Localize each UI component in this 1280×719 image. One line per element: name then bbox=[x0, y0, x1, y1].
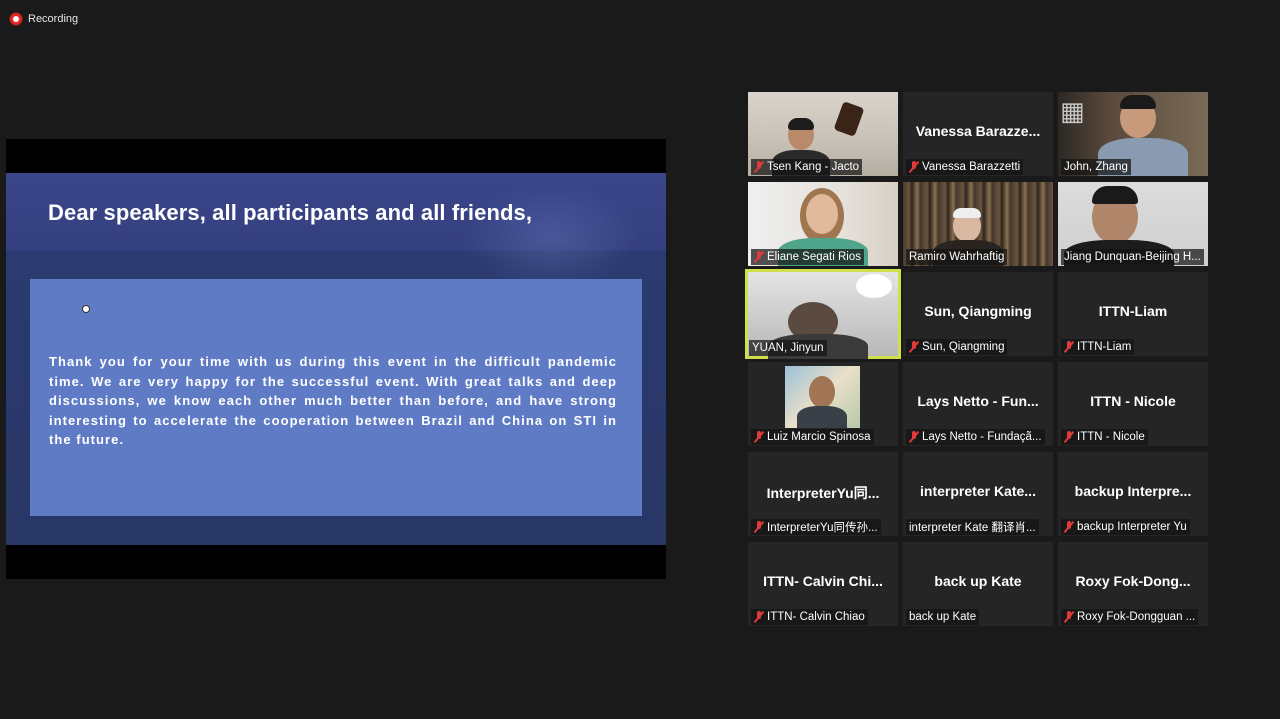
participant-name-label: backup Interpreter Yu bbox=[1061, 519, 1190, 535]
participant-tile[interactable]: Eliane Segati Rios bbox=[748, 182, 898, 266]
slide-text-box: Thank you for your time with us during t… bbox=[30, 279, 642, 516]
participant-tile[interactable]: Sun, Qiangming Sun, Qiangming bbox=[903, 272, 1053, 356]
mic-muted-icon bbox=[909, 161, 919, 173]
participant-name-label: YUAN, Jinyun bbox=[749, 340, 827, 356]
participant-name-label: interpreter Kate 翻译肖... bbox=[906, 519, 1039, 535]
participant-name-label: Jiang Dunquan-Beijing H... bbox=[1061, 249, 1204, 265]
participant-name-label: ITTN-Liam bbox=[1061, 339, 1135, 355]
participant-tile[interactable]: ITTN-Liam ITTN-Liam bbox=[1058, 272, 1208, 356]
mic-muted-icon bbox=[1064, 431, 1074, 443]
participant-display-name: ITTN- Calvin Chi... bbox=[763, 573, 883, 589]
participant-name-label: Vanessa Barazzetti bbox=[906, 159, 1024, 175]
participant-display-name: interpreter Kate... bbox=[920, 483, 1036, 499]
shared-screen: Dear speakers, all participants and all … bbox=[6, 139, 666, 579]
participant-tile[interactable]: Luiz Marcio Spinosa bbox=[748, 362, 898, 446]
participant-display-name: Roxy Fok-Dong... bbox=[1075, 573, 1191, 589]
participant-name-label: back up Kate bbox=[906, 609, 980, 625]
participant-tile[interactable]: Roxy Fok-Dong... Roxy Fok-Dongguan ... bbox=[1058, 542, 1208, 626]
participant-tile[interactable]: Vanessa Barazze... Vanessa Barazzetti bbox=[903, 92, 1053, 176]
presentation-slide: Dear speakers, all participants and all … bbox=[6, 173, 666, 545]
record-icon bbox=[10, 13, 22, 25]
participant-display-name: ITTN-Liam bbox=[1098, 303, 1168, 319]
pointer-cursor-icon bbox=[83, 306, 89, 312]
mic-muted-icon bbox=[754, 251, 764, 263]
participant-display-name: backup Interpre... bbox=[1074, 483, 1192, 499]
participant-tile[interactable]: ITTN - Nicole ITTN - Nicole bbox=[1058, 362, 1208, 446]
mic-muted-icon bbox=[754, 431, 764, 443]
mic-muted-icon bbox=[754, 161, 764, 173]
participant-name-label: Roxy Fok-Dongguan ... bbox=[1061, 609, 1199, 625]
participant-tile[interactable]: backup Interpre... backup Interpreter Yu bbox=[1058, 452, 1208, 536]
participant-tile[interactable]: ▦ John, Zhang bbox=[1058, 92, 1208, 176]
participant-tile[interactable]: Ramiro Wahrhaftig bbox=[903, 182, 1053, 266]
participant-name-label: Luiz Marcio Spinosa bbox=[751, 429, 874, 445]
mic-muted-icon bbox=[754, 521, 764, 533]
participant-name-label: InterpreterYu同传孙... bbox=[751, 519, 881, 535]
participant-display-name: back up Kate bbox=[934, 573, 1022, 589]
participant-display-name: Lays Netto - Fun... bbox=[917, 393, 1039, 409]
slide-title: Dear speakers, all participants and all … bbox=[48, 200, 533, 225]
participant-tile[interactable]: Tsen Kang - Jacto bbox=[748, 92, 898, 176]
recording-indicator[interactable]: Recording bbox=[10, 10, 78, 28]
participant-tile[interactable]: interpreter Kate... interpreter Kate 翻译肖… bbox=[903, 452, 1053, 536]
participant-display-name: InterpreterYu同... bbox=[766, 485, 880, 501]
participant-name-label: Ramiro Wahrhaftig bbox=[906, 249, 1008, 265]
participant-name-label: Sun, Qiangming bbox=[906, 339, 1008, 355]
mic-muted-icon bbox=[909, 341, 919, 353]
participant-name-label: Lays Netto - Fundaçã... bbox=[906, 429, 1045, 445]
participant-name-label: ITTN- Calvin Chiao bbox=[751, 609, 868, 625]
participant-display-name: ITTN - Nicole bbox=[1090, 393, 1176, 409]
mic-muted-icon bbox=[754, 611, 764, 623]
participant-tile[interactable]: back up Kate back up Kate bbox=[903, 542, 1053, 626]
participant-tile[interactable]: Lays Netto - Fun... Lays Netto - Fundaçã… bbox=[903, 362, 1053, 446]
participant-tile[interactable]: ITTN- Calvin Chi... ITTN- Calvin Chiao bbox=[748, 542, 898, 626]
participant-tile[interactable]: InterpreterYu同... InterpreterYu同传孙... bbox=[748, 452, 898, 536]
mic-muted-icon bbox=[1064, 611, 1074, 623]
active-speaker-tile[interactable]: YUAN, Jinyun bbox=[745, 269, 901, 359]
mic-muted-icon bbox=[1064, 341, 1074, 353]
participant-display-name: Sun, Qiangming bbox=[924, 303, 1032, 319]
participant-name-label: ITTN - Nicole bbox=[1061, 429, 1148, 445]
participant-profile-photo bbox=[785, 366, 860, 428]
recording-label: Recording bbox=[28, 13, 79, 25]
slide-body-text: Thank you for your time with us during t… bbox=[49, 354, 617, 447]
participant-name-label: Tsen Kang - Jacto bbox=[751, 159, 863, 175]
participant-name-label: John, Zhang bbox=[1061, 159, 1131, 175]
mic-muted-icon bbox=[909, 431, 919, 443]
mic-muted-icon bbox=[1064, 521, 1074, 533]
participant-tile[interactable]: Jiang Dunquan-Beijing H... bbox=[1058, 182, 1208, 266]
participant-display-name: Vanessa Barazze... bbox=[915, 123, 1041, 139]
participant-name-label: Eliane Segati Rios bbox=[751, 249, 864, 265]
